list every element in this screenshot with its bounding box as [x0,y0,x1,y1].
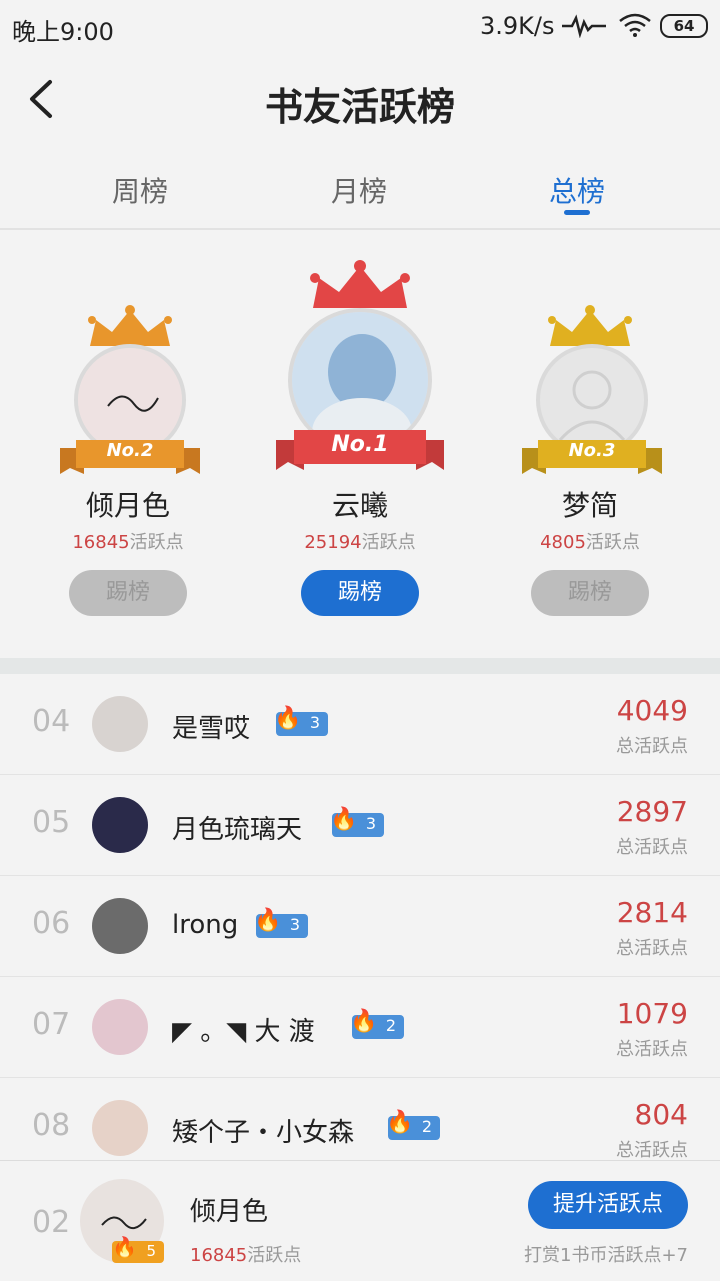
row-name: lrong [172,910,239,940]
podium-points: 4805活跃点 [490,528,690,554]
podium-name[interactable]: 倾月色 [28,484,228,524]
points-suffix: 活跃点 [361,532,416,553]
table-row[interactable]: 05 月色琉璃天 🔥 3 2897 总活跃点 [0,775,720,876]
tab-bar: 周榜 月榜 总榜 [0,160,720,228]
row-score-caption: 总活跃点 [616,837,688,858]
level-value: 3 [365,814,376,833]
table-row[interactable]: 07 ◤ 。◥ 大 渡 🔥 2 1079 总活跃点 [0,977,720,1078]
battery-indicator: 64 [660,14,708,38]
row-name: 月色琉璃天 [172,815,303,845]
rank-label: No.3 [568,440,616,461]
points-suffix: 活跃点 [247,1245,302,1266]
flame-icon: 🔥 [112,1235,137,1259]
avatar[interactable] [92,999,148,1055]
row-score-caption: 总活跃点 [616,736,688,757]
flame-icon: 🔥 [330,807,358,832]
tab-total[interactable]: 总榜 [507,170,647,210]
kick-button[interactable]: 踢榜 [69,570,187,616]
podium-name[interactable]: 梦简 [490,484,690,524]
top-three-podium: No.1 云曦 25194活跃点 踢榜 No.2 倾月色 16845活跃点 踢榜… [0,230,720,658]
row-score-caption: 总活跃点 [616,938,688,959]
level-value: 2 [421,1117,432,1136]
wifi-icon [619,13,651,37]
row-score: 2814 [616,896,688,929]
signal-wave-icon [562,14,606,38]
level-value: 5 [146,1242,156,1260]
row-name: 是雪哎 [172,714,251,744]
podium-name[interactable]: 云曦 [260,484,460,524]
row-rank: 05 [32,805,71,840]
level-value: 3 [289,915,300,934]
row-score-caption: 总活跃点 [616,1140,688,1161]
podium-points: 25194活跃点 [260,528,460,554]
level-value: 3 [309,713,320,732]
my-points: 16845活跃点 [190,1241,301,1267]
avatar[interactable] [92,898,148,954]
network-speed: 3.9K/s [480,12,555,40]
level-badge: 🔥 5 [112,1235,164,1263]
kick-button[interactable]: 踢榜 [531,570,649,616]
row-score: 2897 [616,795,688,828]
row-rank: 07 [32,1007,71,1042]
points-suffix: 活跃点 [129,532,184,553]
points-value: 16845 [72,532,130,553]
rank-label: No.1 [331,432,389,457]
flame-icon: 🔥 [386,1110,414,1135]
my-rank: 02 [32,1205,71,1240]
tab-weekly[interactable]: 周榜 [70,170,210,210]
row-name: ◤ 。◥ 大 渡 [172,1017,315,1047]
page-title: 书友活跃榜 [264,84,455,129]
rank-label: No.2 [106,440,154,461]
row-name: 矮个子・小女森 [172,1118,355,1148]
table-row[interactable]: 04 是雪哎 🔥 3 4049 总活跃点 [0,674,720,775]
status-time: 晚上9:00 [12,18,114,46]
avatar[interactable] [92,696,148,752]
row-rank: 04 [32,704,71,739]
flame-icon: 🔥 [274,706,302,731]
my-name: 倾月色 [190,1197,269,1227]
level-badge: 🔥 3 [274,706,328,736]
row-score: 804 [634,1098,688,1131]
points-value: 4805 [540,532,586,553]
avatar[interactable] [92,1100,148,1156]
level-badge: 🔥 2 [386,1110,440,1140]
level-badge: 🔥 2 [350,1009,404,1039]
row-score: 4049 [616,694,688,727]
level-badge: 🔥 3 [254,908,308,938]
kick-button[interactable]: 踢榜 [301,570,419,616]
boost-activity-button[interactable]: 提升活跃点 [528,1181,688,1229]
level-badge: 🔥 3 [330,807,384,837]
row-score-caption: 总活跃点 [616,1039,688,1060]
flame-icon: 🔥 [350,1009,378,1034]
boost-note: 打赏1书币活跃点+7 [524,1245,688,1266]
active-tab-indicator [564,210,590,215]
flame-icon: 🔥 [254,908,282,933]
row-score: 1079 [616,997,688,1030]
avatar[interactable] [92,797,148,853]
tab-monthly[interactable]: 月榜 [289,170,429,210]
my-rank-bar: 02 🔥 5 倾月色 16845活跃点 提升活跃点 打赏1书币活跃点+7 [0,1160,720,1281]
section-separator [0,658,720,674]
level-value: 2 [385,1016,396,1035]
points-value: 25194 [304,532,362,553]
row-rank: 08 [32,1108,71,1143]
points-value: 16845 [190,1245,248,1266]
crown-icon [310,260,410,308]
table-row[interactable]: 06 lrong 🔥 3 2814 总活跃点 [0,876,720,977]
status-bar: 晚上9:00 3.9K/s 64 [0,0,720,52]
row-rank: 06 [32,906,71,941]
points-suffix: 活跃点 [585,532,640,553]
podium-points: 16845活跃点 [28,528,228,554]
